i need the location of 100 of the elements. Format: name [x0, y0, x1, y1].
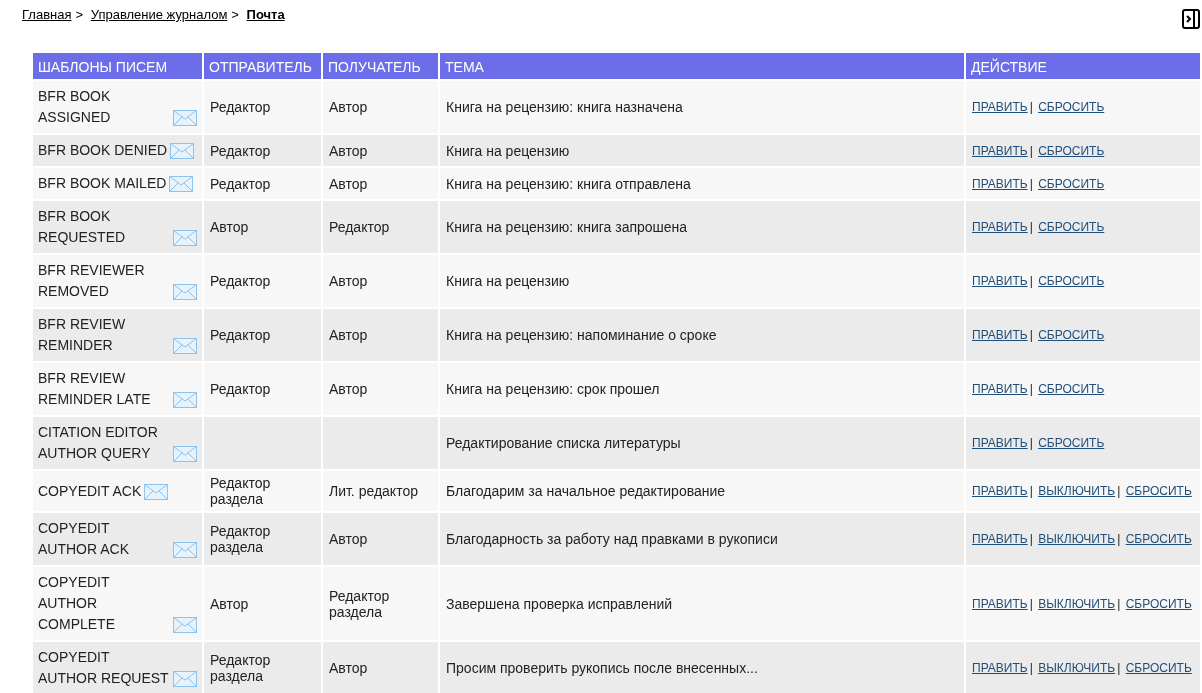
table-cell: Книга на рецензию: напоминание о сроке	[446, 327, 717, 343]
table-cell: Просим проверить рукопись после внесенных...	[446, 660, 758, 676]
column-header: ДЕЙСТВИЕ	[966, 53, 1200, 79]
envelope-icon[interactable]	[173, 230, 197, 246]
template-name: COPYEDIT AUTHOR COMPLETE	[38, 573, 116, 634]
table-cell: Благодарность за работу над правками в рукописи	[446, 531, 778, 547]
breadcrumb-link[interactable]: Управление журналом	[90, 7, 228, 22]
action-link[interactable]: СБРОСИТЬ	[1038, 328, 1105, 342]
action-link[interactable]: СБРОСИТЬ	[1038, 436, 1105, 450]
action-link[interactable]: СБРОСИТЬ	[1038, 100, 1105, 114]
table-cell: Автор	[329, 142, 368, 159]
envelope-icon[interactable]	[173, 284, 197, 300]
action-link[interactable]: СБРОСИТЬ	[1125, 532, 1192, 546]
breadcrumb-separator: >	[231, 7, 239, 22]
link-separator: |	[1029, 484, 1033, 498]
template-name: COPYEDIT ACK	[38, 481, 142, 501]
action-link[interactable]: ВЫКЛЮЧИТЬ	[1038, 596, 1116, 611]
action-link[interactable]: СБРОСИТЬ	[1038, 176, 1105, 191]
action-link[interactable]: СБРОСИТЬ	[1125, 661, 1192, 675]
link-separator: |	[1117, 484, 1121, 498]
table-cell: Редактор раздела	[210, 523, 271, 555]
table-cell: Редактор	[210, 273, 271, 289]
envelope-icon[interactable]	[169, 176, 194, 192]
link-separator: |	[1029, 220, 1033, 234]
table-cell: Книга на рецензию: книга запрошена	[446, 219, 688, 235]
envelope-icon[interactable]	[173, 542, 197, 558]
table-cell: Завершена проверка исправлений	[446, 595, 673, 612]
column-header: ОТПРАВИТЕЛЬ	[204, 53, 321, 79]
table-cell: Автор	[329, 99, 368, 115]
envelope-icon[interactable]	[173, 392, 197, 408]
table-cell: Книга на рецензию	[446, 273, 570, 289]
table-cell: Книга на рецензию: книга назначена	[446, 99, 683, 115]
column-header: ТЕМА	[440, 53, 964, 79]
action-link[interactable]: ПРАВИТЬ	[972, 484, 1028, 498]
link-separator: |	[1029, 274, 1033, 288]
link-separator: |	[1029, 100, 1033, 114]
template-name: BFR BOOK ASSIGNED	[38, 87, 112, 127]
table-cell: Редактор	[210, 381, 271, 397]
table-cell: Редактор раздела	[210, 652, 271, 684]
template-name: BFR REVIEWER REMOVED	[38, 261, 146, 301]
action-link[interactable]: СБРОСИТЬ	[1125, 596, 1192, 611]
sidebar-toggle-icon[interactable]	[1182, 9, 1200, 29]
envelope-icon[interactable]	[173, 671, 197, 687]
table-cell: Автор	[329, 660, 368, 676]
envelope-icon[interactable]	[170, 143, 195, 159]
envelope-icon[interactable]	[173, 617, 197, 633]
table-cell: Книга на рецензию	[446, 142, 570, 159]
link-separator: |	[1029, 176, 1033, 191]
table-cell: Автор	[329, 175, 368, 192]
action-link[interactable]: СБРОСИТЬ	[1038, 143, 1105, 158]
envelope-icon[interactable]	[144, 483, 169, 500]
template-name: CITATION EDITOR AUTHOR QUERY	[38, 423, 159, 463]
table-cell: Лит. редактор	[329, 483, 418, 499]
table-cell: Автор	[329, 381, 368, 397]
template-name: BFR BOOK MAILED	[38, 174, 167, 193]
action-link[interactable]: ПРАВИТЬ	[972, 661, 1028, 675]
link-separator: |	[1029, 596, 1033, 611]
action-link[interactable]: ПРАВИТЬ	[972, 143, 1028, 158]
action-link[interactable]: ПРАВИТЬ	[972, 100, 1028, 114]
table-cell: Редактор	[210, 175, 271, 192]
action-link[interactable]: ВЫКЛЮЧИТЬ	[1038, 661, 1116, 675]
table-cell: Редактор	[210, 327, 271, 343]
link-separator: |	[1029, 328, 1033, 342]
action-link[interactable]: ВЫКЛЮЧИТЬ	[1038, 484, 1116, 498]
action-link[interactable]: ПРАВИТЬ	[972, 382, 1028, 396]
envelope-icon[interactable]	[173, 446, 197, 462]
link-separator: |	[1117, 661, 1121, 675]
link-separator: |	[1029, 143, 1033, 158]
link-separator: |	[1117, 532, 1121, 546]
action-link[interactable]: ПРАВИТЬ	[972, 220, 1028, 234]
action-link[interactable]: СБРОСИТЬ	[1038, 220, 1105, 234]
breadcrumb-separator: >	[75, 7, 84, 22]
action-link[interactable]: ВЫКЛЮЧИТЬ	[1038, 532, 1116, 546]
template-name: COPYEDIT AUTHOR REQUEST	[38, 648, 170, 688]
action-link[interactable]: СБРОСИТЬ	[1125, 484, 1192, 498]
action-link[interactable]: СБРОСИТЬ	[1038, 274, 1105, 288]
action-link[interactable]: ПРАВИТЬ	[972, 596, 1028, 611]
table-cell: Редактирование списка литературы	[446, 435, 681, 451]
table-cell: Автор	[329, 273, 368, 289]
table-cell: Редактор	[329, 219, 390, 235]
link-separator: |	[1029, 436, 1033, 450]
column-header: ШАБЛОНЫ ПИСЕМ	[33, 53, 202, 79]
envelope-icon[interactable]	[173, 110, 197, 126]
action-link[interactable]: ПРАВИТЬ	[972, 176, 1028, 191]
action-link[interactable]: ПРАВИТЬ	[972, 274, 1028, 288]
table-cell: Книга на рецензию: книга отправлена	[446, 175, 691, 192]
action-link[interactable]: ПРАВИТЬ	[972, 436, 1028, 450]
action-link[interactable]: ПРАВИТЬ	[972, 532, 1028, 546]
table-cell: Благодарим за начальное редактирование	[446, 483, 726, 499]
link-separator: |	[1029, 661, 1033, 675]
breadcrumb-link[interactable]: Почта	[246, 7, 285, 22]
table-cell: Редактор	[210, 142, 271, 159]
action-link[interactable]: ПРАВИТЬ	[972, 328, 1028, 342]
action-link[interactable]: СБРОСИТЬ	[1038, 382, 1105, 396]
template-name: BFR REVIEW REMINDER LATE	[38, 369, 152, 409]
table-cell: Редактор	[210, 99, 271, 115]
template-name: BFR REVIEW REMINDER	[38, 315, 127, 355]
breadcrumb-link[interactable]: Главная	[22, 7, 72, 22]
envelope-icon[interactable]	[173, 338, 197, 354]
link-separator: |	[1117, 596, 1121, 611]
